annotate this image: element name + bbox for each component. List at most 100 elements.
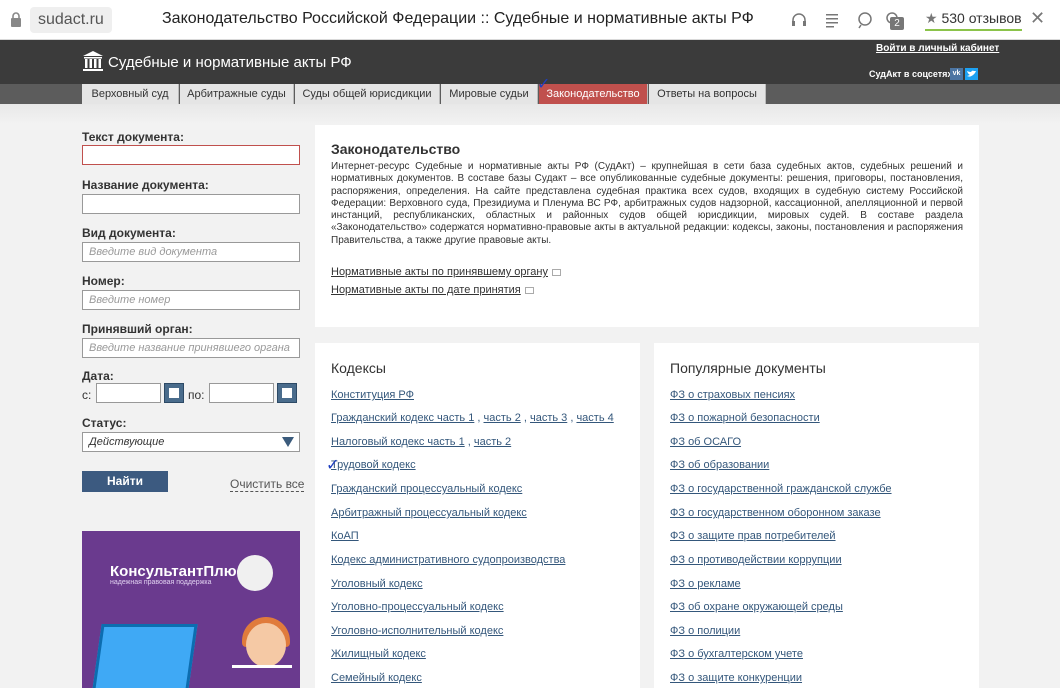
organ-label: Принявший орган: (82, 322, 193, 336)
reader-mode-icon[interactable] (823, 11, 841, 29)
list-item[interactable]: Уголовно-процессуальный кодекс (331, 601, 504, 613)
handwritten-check-mark: ✓ (326, 455, 340, 474)
list-item[interactable]: ФЗ о защите конкуренции (670, 672, 802, 684)
tab-general-courts[interactable]: Суды общей юрисдикции (295, 84, 440, 104)
number-label: Номер: (82, 274, 125, 288)
list-item: Налоговый кодекс часть 1 , часть 2 (331, 436, 512, 448)
civil-code-part2-link[interactable]: часть 2 (484, 412, 521, 424)
list-item[interactable]: КоАП (331, 530, 359, 542)
text-input[interactable] (82, 145, 300, 165)
headphones-icon[interactable] (790, 11, 808, 29)
social-label: СудАкт в соцсетях (869, 69, 953, 79)
civil-code-part1-link[interactable]: Гражданский кодекс часть 1 (331, 412, 474, 424)
list-item[interactable]: ФЗ о государственной гражданской службе (670, 483, 892, 495)
reviews-button[interactable]: ★ 530 отзывов (925, 10, 1022, 31)
list-item[interactable]: ФЗ о полиции (670, 625, 740, 637)
clear-all-link[interactable]: Очистить все (230, 477, 305, 492)
status-select[interactable]: Действующие (82, 432, 300, 452)
type-label: Вид документа: (82, 226, 176, 240)
list-item[interactable]: ФЗ о страховых пенсиях (670, 389, 795, 401)
site-header: Судебные и нормативные акты РФ Войти в л… (0, 40, 1060, 84)
close-icon[interactable]: ✕ (1030, 8, 1045, 29)
external-link-icon (551, 268, 561, 276)
tab-supreme-court[interactable]: Верховный суд (82, 84, 179, 104)
status-value: Действующие (89, 436, 165, 448)
list-item[interactable]: ФЗ о противодействии коррупции (670, 554, 842, 566)
number-input[interactable]: Введите номер (82, 290, 300, 310)
ad-monitor-illustration (90, 624, 198, 688)
codes-title: Кодексы (331, 360, 386, 376)
reviews-label: 530 отзывов (941, 10, 1022, 26)
list-item[interactable]: Уголовно-исполнительный кодекс (331, 625, 503, 637)
page-fade (0, 104, 1060, 124)
date-label: Дата: (82, 369, 114, 383)
list-item[interactable]: Конституция РФ (331, 389, 414, 401)
acts-by-date-link[interactable]: Нормативные акты по дате принятия (331, 284, 534, 296)
list-item[interactable]: Семейный кодекс (331, 672, 422, 684)
list-item[interactable]: Уголовный кодекс (331, 578, 423, 590)
page-title: Законодательство Российской Федерации ::… (162, 10, 754, 27)
text-label: Текст документа: (82, 130, 184, 144)
vk-icon[interactable]: vk (950, 68, 963, 80)
list-item[interactable]: ФЗ об образовании (670, 459, 769, 471)
name-label: Название документа: (82, 178, 209, 192)
consultant-plus-ad[interactable]: КонсультантПлюс надежная правовая поддер… (82, 531, 300, 688)
date-to-input[interactable] (209, 383, 274, 403)
calendar-icon[interactable] (164, 383, 184, 403)
tab-arbitration-courts[interactable]: Арбитражные суды (180, 84, 294, 104)
list-item[interactable]: ФЗ о пожарной безопасности (670, 412, 820, 424)
codes-card: Кодексы Конституция РФ Гражданский кодек… (315, 343, 640, 688)
search-icon[interactable] (856, 11, 874, 29)
browser-bar: sudact.ru Законодательство Российской Фе… (0, 0, 1060, 40)
list-item: Гражданский кодекс часть 1 , часть 2 , ч… (331, 412, 614, 424)
address-bar[interactable]: sudact.ru (30, 7, 112, 33)
login-link[interactable]: Войти в личный кабинет (876, 43, 999, 54)
list-item[interactable]: ФЗ об ОСАГО (670, 436, 741, 448)
tax-code-part2-link[interactable]: часть 2 (474, 436, 511, 448)
list-item[interactable]: ФЗ о рекламе (670, 578, 741, 590)
popular-docs-card: Популярные документы ФЗ о страховых пенс… (654, 343, 979, 688)
calendar-icon[interactable] (277, 383, 297, 403)
list-item[interactable]: ФЗ о защите прав потребителей (670, 530, 836, 542)
acts-by-date-label: Нормативные акты по дате принятия (331, 284, 521, 296)
status-label: Статус: (82, 416, 127, 430)
twitter-icon[interactable] (965, 68, 978, 80)
ad-avatar (237, 555, 273, 591)
list-item[interactable]: ФЗ об охране окружающей среды (670, 601, 843, 613)
courthouse-logo-icon[interactable] (82, 50, 104, 72)
organ-input[interactable]: Введите название принявшего органа (82, 338, 300, 358)
list-item[interactable]: Арбитражный процессуальный кодекс (331, 507, 527, 519)
civil-code-part4-link[interactable]: часть 4 (576, 412, 613, 424)
list-item[interactable]: Трудовой кодекс (331, 459, 416, 471)
date-from-input[interactable] (96, 383, 161, 403)
acts-by-organ-link[interactable]: Нормативные акты по принявшему органу (331, 266, 561, 278)
list-item[interactable]: ФЗ о бухгалтерском учете (670, 648, 803, 660)
tab-magistrates[interactable]: Мировые судьи (441, 84, 538, 104)
date-to-label: по: (188, 388, 205, 402)
tab-qa[interactable]: Ответы на вопросы (649, 84, 766, 104)
date-from-label: с: (82, 388, 92, 402)
intro-title: Законодательство (331, 141, 461, 157)
ad-title: КонсультантПлюс (110, 563, 245, 580)
civil-code-part3-link[interactable]: часть 3 (530, 412, 567, 424)
tab-legislation[interactable]: Законодательство (539, 84, 648, 104)
lock-icon (11, 12, 21, 27)
type-input[interactable]: Введите вид документа (82, 242, 300, 262)
find-button[interactable]: Найти (82, 471, 168, 492)
site-name[interactable]: Судебные и нормативные акты РФ (108, 54, 352, 71)
list-item[interactable]: ФЗ о государственном оборонном заказе (670, 507, 881, 519)
list-item[interactable]: Жилищный кодекс (331, 648, 426, 660)
main-nav: Верховный суд Арбитражные суды Суды обще… (0, 84, 1060, 104)
name-input[interactable] (82, 194, 300, 214)
list-item[interactable]: Гражданский процессуальный кодекс (331, 483, 522, 495)
tax-code-part1-link[interactable]: Налоговый кодекс часть 1 (331, 436, 465, 448)
list-item[interactable]: Кодекс административного судопроизводств… (331, 554, 565, 566)
ad-subtitle: надежная правовая поддержка (110, 579, 212, 586)
popular-title: Популярные документы (670, 360, 826, 376)
ad-person-illustration (246, 623, 286, 667)
external-link-icon (524, 286, 534, 294)
acts-by-organ-label: Нормативные акты по принявшему органу (331, 266, 548, 278)
ad-person-body (232, 665, 292, 688)
intro-description: Интернет-ресурс Судебные и нормативные а… (331, 161, 963, 246)
extension-badge: 2 (890, 17, 904, 30)
